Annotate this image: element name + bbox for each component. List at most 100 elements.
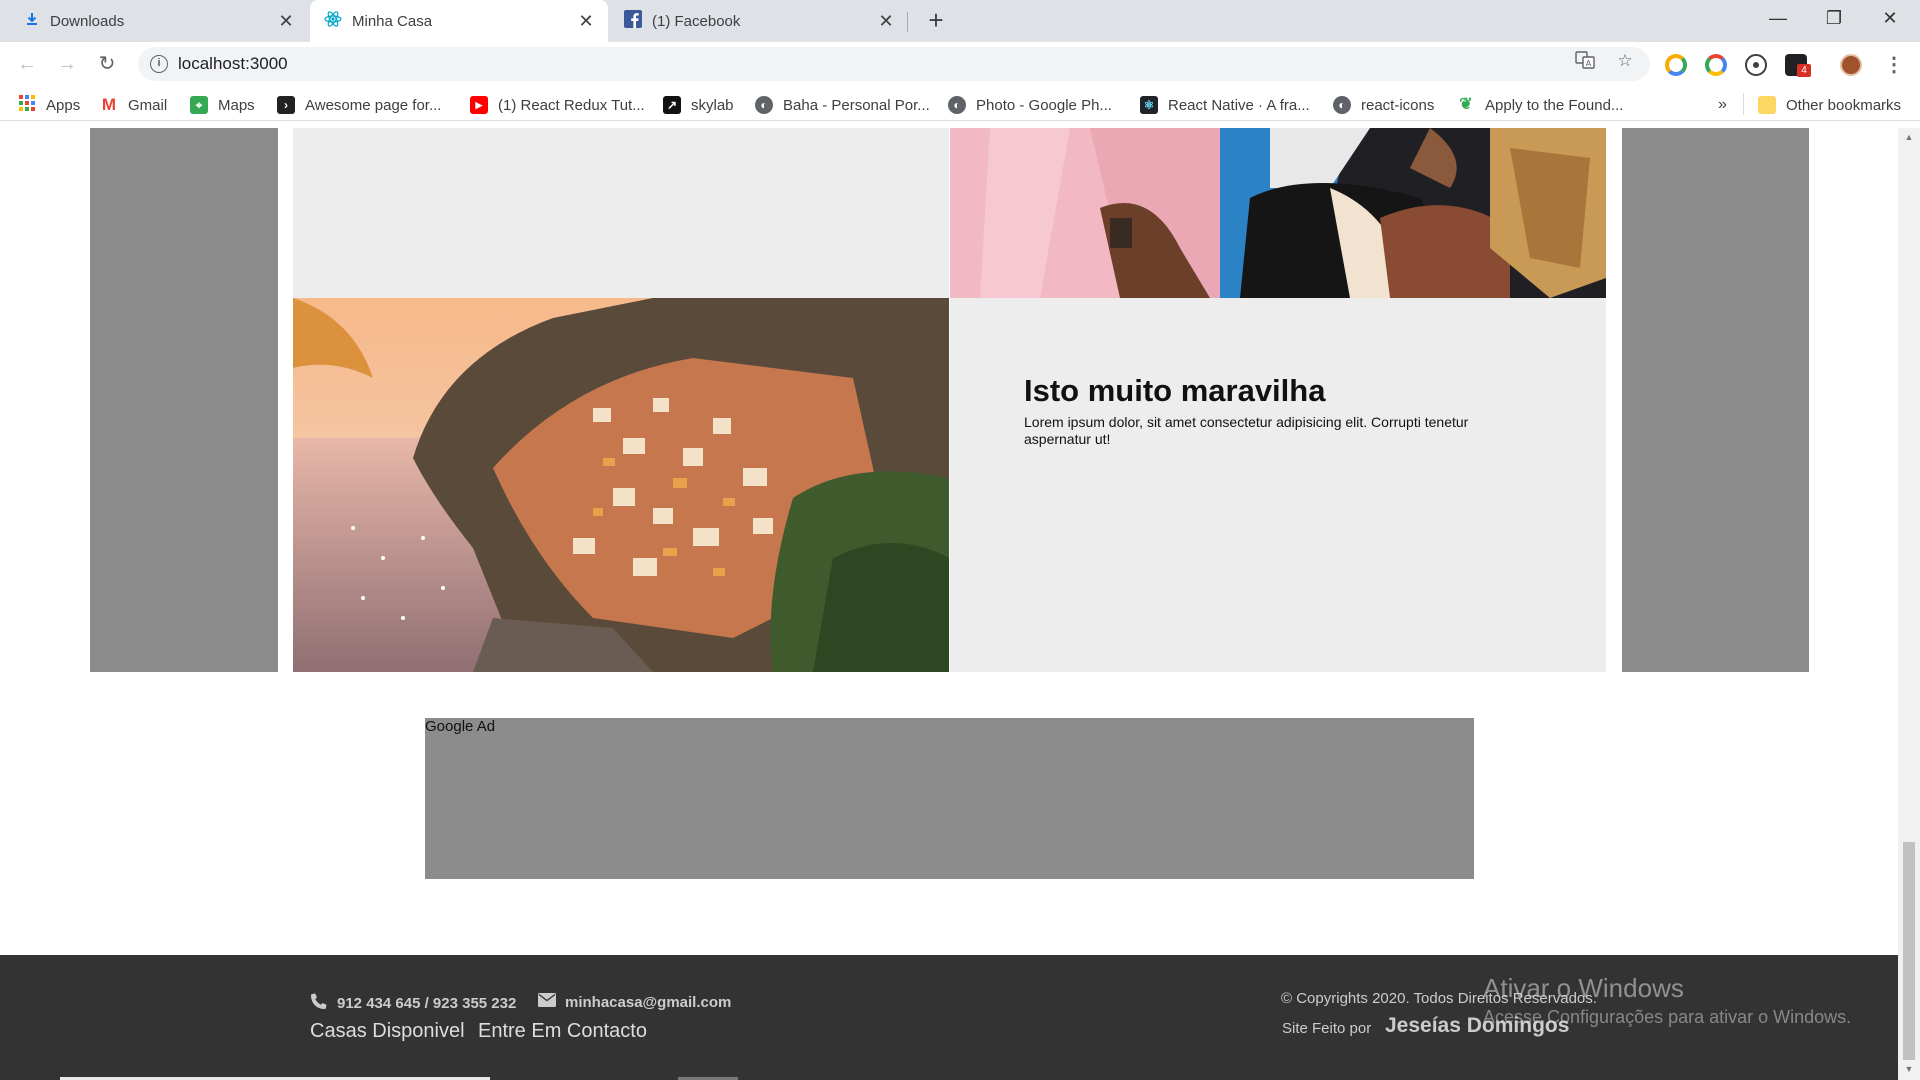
download-icon	[24, 11, 40, 31]
bookmark-label: Maps	[218, 96, 255, 114]
left-side-column	[90, 128, 278, 672]
gmail-icon: M	[101, 95, 117, 114]
phone-number: 912 434 645 / 923 355 232	[337, 995, 517, 1012]
scroll-up-arrow-icon[interactable]: ▲	[1903, 132, 1915, 142]
close-icon[interactable]: ✕	[878, 11, 894, 32]
bookmarks-overflow-chevron[interactable]: »	[1718, 94, 1727, 116]
browser-toolbar: ← → ↻ i localhost:3000 A ☆	[0, 42, 1920, 87]
svg-text:A: A	[1586, 59, 1592, 68]
bookmark-apps[interactable]: Apps	[18, 94, 80, 116]
skylab-icon: ↗	[663, 96, 681, 114]
facebook-icon	[624, 10, 642, 32]
ad-label: Google Ad	[425, 718, 496, 735]
bookmark-star-icon[interactable]: ☆	[1614, 50, 1636, 72]
bookmark-other-bookmarks[interactable]: Other bookmarks	[1758, 94, 1901, 116]
photo-people-car	[950, 128, 1606, 298]
footer-email[interactable]: minhacasa@gmail.com	[538, 992, 731, 1012]
photo-coastal-town	[293, 298, 949, 672]
minimize-icon[interactable]: —	[1750, 0, 1806, 38]
close-icon[interactable]: ✕	[578, 11, 594, 32]
maps-icon: ⌖	[190, 96, 208, 114]
page-viewport: Isto muito maravilha Lorem ipsum dolor, …	[0, 128, 1898, 1080]
bookmark-label: skylab	[691, 96, 734, 114]
translate-icon[interactable]: A	[1574, 50, 1596, 72]
bookmark-label: react-icons	[1361, 96, 1435, 114]
bookmark-awesome-page[interactable]: › Awesome page for...	[277, 94, 441, 116]
bookmark-label: Apps	[46, 96, 81, 114]
feature-text-card: Isto muito maravilha Lorem ipsum dolor, …	[950, 298, 1606, 672]
globe-icon: ◐	[755, 96, 773, 114]
windows-activation-subtitle: Acesse Configurações para ativar o Windo…	[1483, 1007, 1852, 1027]
tab-facebook[interactable]: (1) Facebook ✕	[610, 0, 908, 42]
back-icon[interactable]: ←	[13, 50, 41, 78]
feature-title: Isto muito maravilha	[1024, 373, 1326, 408]
bookmark-react-native[interactable]: ⚛ React Native · A fra...	[1140, 94, 1310, 116]
tab-title: (1) Facebook	[652, 12, 741, 30]
bookmark-label: Photo - Google Ph...	[976, 96, 1112, 114]
extension-target-icon[interactable]	[1745, 54, 1767, 76]
feature-description: Lorem ipsum dolor, sit amet consectetur …	[1024, 414, 1469, 447]
tab-title: Minha Casa	[352, 12, 433, 30]
extension-badge-icon[interactable]: 4	[1785, 54, 1811, 77]
bookmark-skylab[interactable]: ↗ skylab	[663, 94, 734, 116]
scroll-down-arrow-icon[interactable]: ▼	[1903, 1064, 1915, 1074]
bookmark-label: (1) React Redux Tut...	[498, 96, 645, 114]
tab-downloads[interactable]: Downloads ✕	[10, 0, 308, 42]
bookmark-react-redux[interactable]: ▶ (1) React Redux Tut...	[470, 94, 645, 116]
footer-phone: 912 434 645 / 923 355 232	[310, 992, 516, 1015]
new-tab-plus-icon[interactable]: +	[922, 6, 950, 34]
forward-icon[interactable]: →	[53, 50, 81, 78]
bookmark-label: Gmail	[128, 96, 168, 114]
scrollbar-thumb[interactable]	[1903, 842, 1915, 1060]
phone-icon	[310, 992, 328, 1015]
right-side-column	[1622, 128, 1809, 672]
bookmark-maps[interactable]: ⌖ Maps	[190, 94, 255, 116]
bookmark-gmail[interactable]: M Gmail	[100, 94, 167, 116]
bookmark-label: Other bookmarks	[1786, 96, 1902, 114]
extension-badge-count: 4	[1797, 64, 1811, 77]
extension-colorwheel-icon[interactable]	[1705, 54, 1727, 76]
bookmark-label: Apply to the Found...	[1485, 96, 1624, 114]
react-native-icon: ⚛	[1140, 96, 1158, 114]
bookmarks-divider	[1743, 93, 1744, 115]
bookmark-site-icon: ›	[277, 96, 295, 114]
feature-card-top-left	[293, 128, 949, 298]
tab-strip: Downloads ✕ Minha Casa ✕ (1) Facebook ✕ …	[0, 0, 1920, 42]
bookmark-label: React Native · A fra...	[1168, 96, 1310, 114]
folder-icon	[1758, 96, 1776, 114]
google-ad-banner[interactable]: Google Ad	[425, 718, 1474, 879]
close-icon[interactable]: ✕	[278, 11, 294, 32]
menu-kebab-icon[interactable]: ⋮	[1884, 52, 1904, 77]
extension-circle-icon[interactable]	[1665, 54, 1687, 76]
reload-icon[interactable]: ↻	[93, 50, 121, 78]
leaf-icon: ❦	[1459, 96, 1473, 113]
bookmark-google-photos[interactable]: ◐ Photo - Google Ph...	[948, 94, 1112, 116]
tab-separator	[907, 12, 908, 32]
bookmark-label: Baha - Personal Por...	[783, 96, 930, 114]
address-bar[interactable]: i localhost:3000	[138, 47, 1650, 81]
react-icon	[324, 10, 342, 32]
apps-grid-icon	[18, 94, 36, 116]
bookmark-baha[interactable]: ◐ Baha - Personal Por...	[755, 94, 930, 116]
profile-avatar[interactable]	[1840, 54, 1862, 76]
tab-minha-casa[interactable]: Minha Casa ✕	[310, 0, 608, 42]
bookmarks-bar: Apps M Gmail ⌖ Maps › Awesome page for..…	[0, 87, 1920, 121]
globe-icon: ◐	[948, 96, 966, 114]
tab-title: Downloads	[50, 12, 125, 30]
url-text[interactable]: localhost:3000	[178, 54, 288, 74]
windows-activation-title: Ativar o Windows	[1483, 973, 1684, 1003]
footer-made-by-label: Site Feito por	[1282, 1020, 1372, 1037]
window-close-icon[interactable]: ✕	[1862, 0, 1918, 38]
bookmark-react-icons[interactable]: ◐ react-icons	[1333, 94, 1434, 116]
email-address: minhacasa@gmail.com	[565, 993, 732, 1011]
bookmark-label: Awesome page for...	[305, 96, 442, 114]
footer-link-entre-em-contacto[interactable]: Entre Em Contacto	[478, 1020, 647, 1043]
restore-icon[interactable]: ❐	[1806, 0, 1862, 38]
envelope-icon	[538, 992, 556, 1012]
footer-link-casas-disponivel[interactable]: Casas Disponivel	[310, 1020, 465, 1043]
bookmark-apply-foundation[interactable]: ❦ Apply to the Found...	[1457, 94, 1623, 116]
page-scrollbar[interactable]: ▲ ▼	[1898, 128, 1920, 1080]
globe-icon: ◐	[1333, 96, 1351, 114]
site-info-icon[interactable]: i	[150, 55, 168, 73]
youtube-icon: ▶	[470, 96, 488, 114]
